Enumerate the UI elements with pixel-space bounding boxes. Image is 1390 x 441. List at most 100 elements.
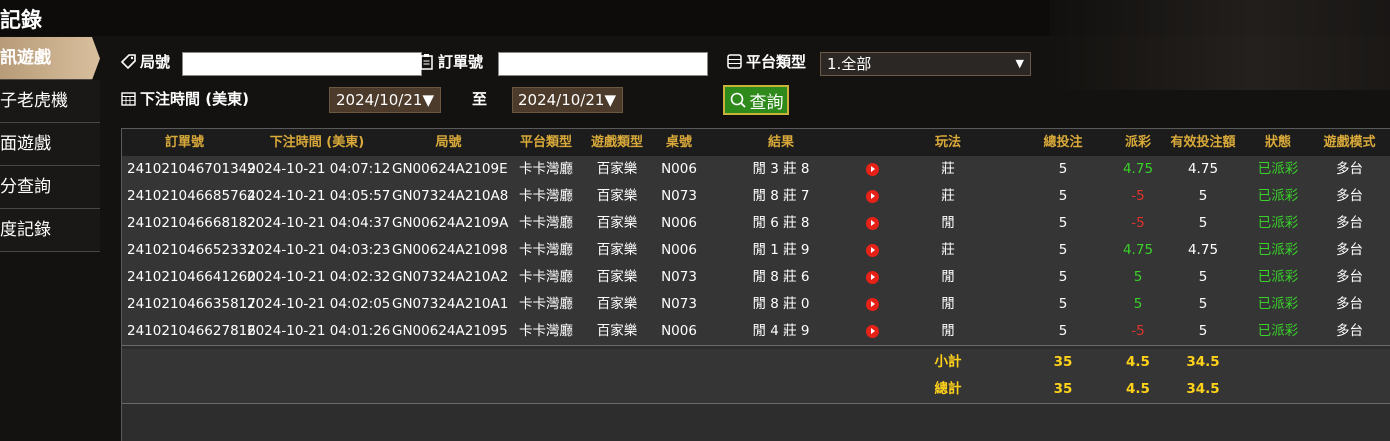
cell-result: 閒 1 莊 9 [752, 242, 810, 258]
time-label: 下注時間 (美東) [140, 90, 249, 108]
cell-play: 莊 [941, 161, 955, 177]
col-valid: 有效投注額 [1170, 135, 1236, 150]
cell-play: 閒 [941, 215, 955, 231]
cell-status: 已派彩 [1257, 269, 1299, 285]
sidebar-item-limit-records[interactable]: 度記錄 [0, 209, 100, 252]
cell-time: 2024-10-21 04:03:23 [247, 242, 391, 258]
cell-bet: 5 [1058, 215, 1068, 231]
cell-status: 已派彩 [1257, 242, 1299, 258]
cell-valid: 5 [1198, 323, 1208, 339]
cell-video[interactable] [856, 318, 888, 345]
cell-table: N073 [661, 269, 697, 285]
cell-time: 2024-10-21 04:02:32 [247, 269, 391, 285]
cell-video[interactable] [856, 210, 888, 237]
page-title: 記錄 [0, 8, 42, 32]
cell-result: 閒 8 莊 7 [752, 188, 810, 204]
play-icon[interactable] [865, 162, 879, 176]
play-icon[interactable] [865, 297, 879, 311]
cell-game: 百家樂 [596, 296, 638, 312]
cell-platform: 卡卡灣廳 [519, 269, 573, 285]
cell-platform: 卡卡灣廳 [519, 215, 573, 231]
tag-icon [120, 54, 136, 70]
cell-order: 241021046701349 [127, 161, 256, 177]
cell-video[interactable] [856, 183, 888, 210]
order-number-input[interactable] [498, 52, 708, 76]
round-label: 局號 [140, 53, 171, 71]
cell-valid: 5 [1198, 215, 1208, 231]
cell-order: 241021046635817 [127, 296, 256, 312]
platform-selected-value: 1.全部 [827, 55, 872, 73]
cell-video[interactable] [856, 264, 888, 291]
cell-payout: 4.75 [1122, 161, 1154, 177]
total-label: 總計 [934, 381, 962, 397]
col-game: 遊戲類型 [590, 135, 643, 150]
cell-payout: -5 [1131, 188, 1145, 204]
date-to-picker[interactable]: 2024/10/21▼ [512, 87, 623, 113]
table-row: 241021046627816 2024-10-21 04:01:26 GN0062… [122, 318, 1390, 346]
sidebar-item-label: 分查詢 [0, 177, 51, 197]
total-valid: 34.5 [1186, 381, 1220, 397]
cell-order: 241021046668182 [127, 215, 256, 231]
time-filter-label: 下注時間 (美東) [120, 88, 249, 109]
cell-round: GN00624A2109E [392, 161, 508, 177]
table-row: 241021046652331 2024-10-21 04:03:23 GN0062… [122, 237, 1390, 265]
cell-status: 已派彩 [1257, 161, 1299, 177]
col-table: 桌號 [665, 135, 692, 150]
cell-game: 百家樂 [596, 215, 638, 231]
cell-mode: 多台 [1336, 215, 1363, 231]
cell-video[interactable] [856, 156, 888, 183]
date-to-value: 2024/10/21 [517, 91, 605, 109]
cell-round: GN07324A210A1 [392, 296, 509, 312]
round-number-input[interactable] [182, 52, 422, 76]
play-icon[interactable] [865, 189, 879, 203]
sidebar-item-live-games[interactable]: 訊遊戲 [0, 37, 100, 80]
cell-round: GN00624A21095 [392, 323, 508, 339]
sidebar-item-label: 度記錄 [0, 220, 51, 240]
cell-result: 閒 3 莊 8 [752, 161, 810, 177]
cell-time: 2024-10-21 04:04:37 [247, 215, 391, 231]
total-bet: 35 [1053, 381, 1073, 397]
cell-bet: 5 [1058, 242, 1068, 258]
cell-valid: 5 [1198, 269, 1208, 285]
sidebar-item-label: 訊遊戲 [0, 48, 51, 68]
clipboard-icon [420, 54, 433, 70]
col-time: 下注時間 (美東) [269, 135, 365, 150]
cell-status: 已派彩 [1257, 215, 1299, 231]
play-icon[interactable] [865, 270, 879, 284]
col-platform: 平台類型 [519, 135, 572, 150]
total-payout: 4.5 [1126, 381, 1150, 397]
cell-mode: 多台 [1336, 269, 1363, 285]
cell-play: 莊 [941, 188, 955, 204]
sidebar-item-label: 子老虎機 [0, 91, 68, 111]
cell-platform: 卡卡灣廳 [519, 323, 573, 339]
cell-round: GN00624A2109A [392, 215, 509, 231]
platform-select[interactable]: 1.全部 ▼ [820, 52, 1031, 76]
cell-video[interactable] [856, 291, 888, 318]
cell-valid: 4.75 [1187, 161, 1219, 177]
subtotal-payout: 4.5 [1126, 354, 1150, 370]
sidebar-item-slots[interactable]: 子老虎機 [0, 80, 100, 123]
cell-time: 2024-10-21 04:02:05 [247, 296, 391, 312]
cell-valid: 5 [1198, 296, 1208, 312]
cell-video[interactable] [856, 237, 888, 264]
sidebar: 訊遊戲 子老虎機 面遊戲 分查詢 度記錄 [0, 37, 100, 252]
cell-status: 已派彩 [1257, 323, 1299, 339]
date-from-picker[interactable]: 2024/10/21▼ [329, 87, 441, 113]
cell-bet: 5 [1058, 269, 1068, 285]
cell-play: 閒 [941, 323, 955, 339]
chevron-down-icon: ▼ [1015, 57, 1024, 70]
play-icon[interactable] [865, 216, 879, 230]
cell-table: N006 [661, 242, 697, 258]
query-button[interactable]: 查詢 [723, 85, 789, 115]
cell-platform: 卡卡灣廳 [519, 161, 573, 177]
col-payout: 派彩 [1124, 135, 1151, 150]
cell-table: N006 [661, 215, 697, 231]
col-bet: 總投注 [1043, 135, 1083, 150]
play-icon[interactable] [865, 324, 879, 338]
cell-order: 241021046652331 [127, 242, 256, 258]
play-icon[interactable] [865, 243, 879, 257]
sidebar-item-points-query[interactable]: 分查詢 [0, 166, 100, 209]
sidebar-item-table-games[interactable]: 面遊戲 [0, 123, 100, 166]
cell-payout: 5 [1133, 269, 1143, 285]
list-icon [727, 54, 742, 69]
